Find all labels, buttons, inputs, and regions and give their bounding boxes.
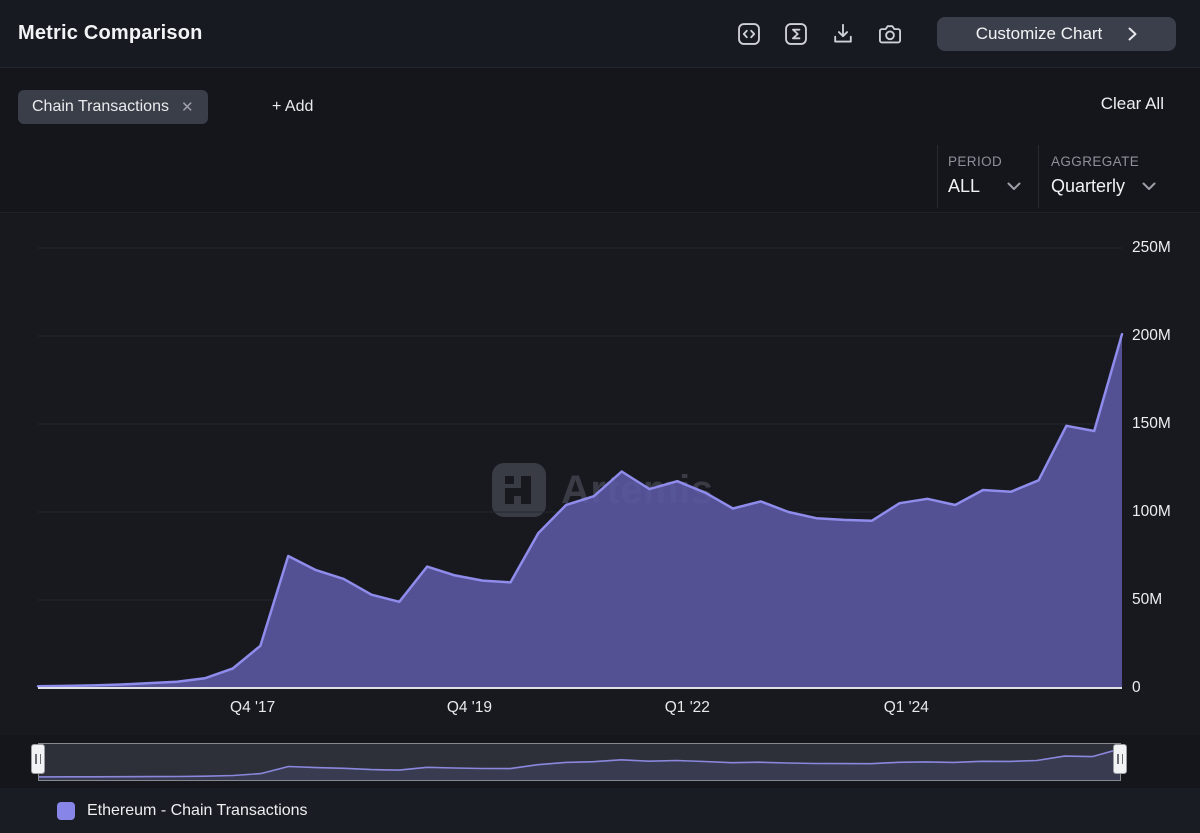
filter-bar: Chain Transactions ✕ + Add Clear All — [0, 68, 1200, 140]
brush-handle-left[interactable] — [31, 744, 45, 774]
period-select[interactable]: PERIOD ALL — [948, 154, 1021, 197]
legend-swatch[interactable] — [57, 802, 75, 820]
svg-text:250M: 250M — [1132, 239, 1171, 256]
chart-area: Artemis 050M100M150M200M250MQ4 '17Q4 '19… — [0, 212, 1200, 735]
legend-label: Ethereum - Chain Transactions — [87, 802, 308, 820]
chevron-down-icon — [1007, 182, 1021, 191]
embed-code-button[interactable] — [735, 20, 763, 48]
svg-text:200M: 200M — [1132, 327, 1171, 344]
formula-button[interactable] — [782, 20, 810, 48]
chevron-down-icon — [1142, 182, 1156, 191]
area-chart-canvas[interactable]: 0 50M 100M 150M 200M 250M Q4 '17 Q4 '19 Q1 '22 Q1… — [0, 213, 1200, 736]
metric-chip-label: Chain Transactions — [32, 98, 169, 116]
page-title: Metric Comparison — [18, 22, 203, 45]
aggregate-label: AGGREGATE — [1051, 154, 1156, 169]
legend: Ethereum - Chain Transactions — [0, 788, 1200, 833]
chevron-right-icon — [1128, 27, 1137, 41]
screenshot-button[interactable] — [876, 20, 904, 48]
clear-all-button[interactable]: Clear All — [1101, 94, 1164, 114]
metric-comparison-app: Metric Comparison — [0, 0, 1200, 833]
embed-code-icon — [736, 21, 762, 47]
svg-text:0: 0 — [1132, 679, 1141, 696]
aggregate-value: Quarterly — [1051, 176, 1125, 197]
svg-text:Q4 '17: Q4 '17 — [230, 699, 275, 716]
customize-chart-button[interactable]: Customize Chart — [937, 17, 1176, 51]
svg-text:150M: 150M — [1132, 415, 1171, 432]
header: Metric Comparison — [0, 0, 1200, 68]
divider — [1038, 145, 1039, 208]
brush-track[interactable] — [38, 743, 1121, 781]
time-range-brush — [0, 735, 1200, 788]
customize-chart-label: Customize Chart — [976, 24, 1103, 44]
period-value: ALL — [948, 176, 980, 197]
period-label: PERIOD — [948, 154, 1021, 169]
chip-close-icon[interactable]: ✕ — [181, 100, 194, 115]
brush-minimap — [39, 744, 1120, 780]
svg-text:100M: 100M — [1132, 503, 1171, 520]
aggregate-select[interactable]: AGGREGATE Quarterly — [1051, 154, 1156, 197]
svg-text:Q1 '22: Q1 '22 — [665, 699, 710, 716]
download-button[interactable] — [829, 20, 857, 48]
svg-text:Q1 '24: Q1 '24 — [884, 699, 930, 716]
svg-text:Q4 '19: Q4 '19 — [447, 699, 492, 716]
chart-controls: PERIOD ALL AGGREGATE Quarterly — [0, 140, 1200, 212]
download-icon — [830, 21, 856, 47]
toolbar: Customize Chart — [735, 17, 1176, 51]
add-metric-button[interactable]: + Add — [266, 90, 319, 124]
brush-handle-right[interactable] — [1113, 744, 1127, 774]
camera-icon — [877, 21, 903, 47]
metric-chip[interactable]: Chain Transactions ✕ — [18, 90, 208, 124]
divider — [937, 145, 938, 208]
sigma-icon — [783, 21, 809, 47]
svg-text:50M: 50M — [1132, 591, 1162, 608]
